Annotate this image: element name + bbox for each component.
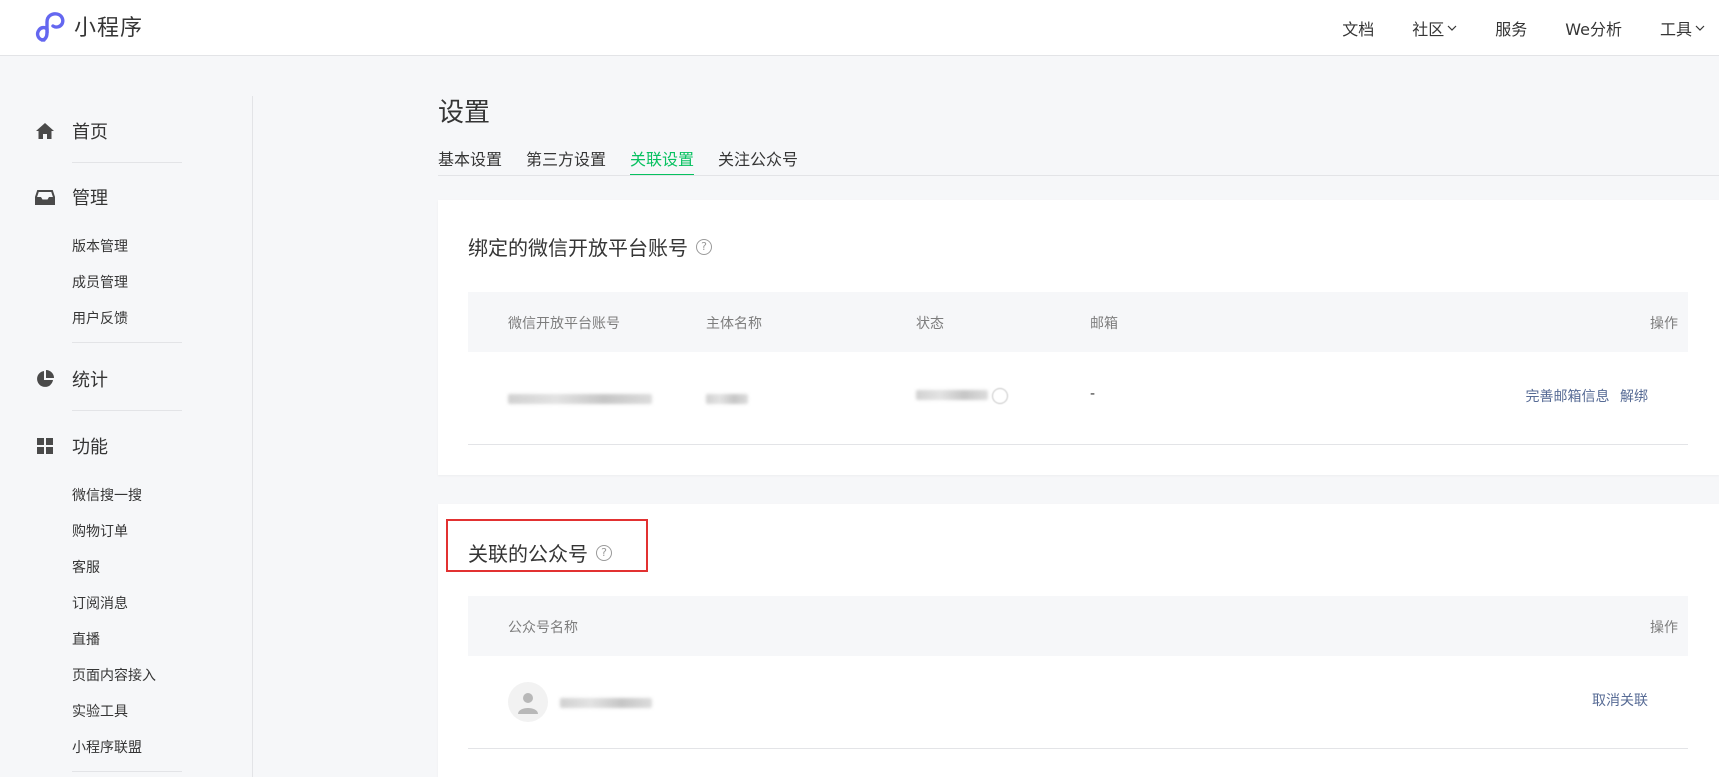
table-row: - 完善邮箱信息 解绑 (468, 352, 1688, 445)
sidebar-item-version-manage[interactable]: 版本管理 (72, 236, 128, 256)
help-icon[interactable]: ? (596, 544, 612, 561)
sidebar-item-wechat-search[interactable]: 微信搜一搜 (72, 485, 142, 505)
nav-tools-label: 工具 (1659, 20, 1692, 39)
col-header-status: 状态 (916, 316, 944, 332)
sidebar-item-features[interactable]: 功能 (34, 433, 108, 459)
table-header: 公众号名称 操作 (468, 596, 1688, 656)
sidebar-divider (72, 342, 182, 343)
logo-text: 小程序 (74, 16, 144, 41)
col-header-actions: 操作 (1650, 316, 1678, 332)
col-header-account: 微信开放平台账号 (508, 316, 620, 332)
info-icon (992, 388, 1008, 404)
page-title: 设置 (438, 98, 491, 128)
chevron-down-icon (1447, 25, 1457, 31)
nav-docs-label: 文档 (1342, 20, 1375, 39)
col-header-account-name: 公众号名称 (508, 620, 578, 636)
col-header-entity-name: 主体名称 (706, 316, 762, 332)
nav-docs[interactable]: 文档 (1342, 16, 1374, 40)
col-header-actions: 操作 (1650, 620, 1678, 636)
sidebar-item-stats[interactable]: 统计 (34, 366, 108, 392)
sidebar-item-label: 首页 (72, 122, 108, 143)
col-header-email: 邮箱 (1090, 316, 1118, 332)
sidebar-item-customer-service[interactable]: 客服 (72, 557, 100, 577)
settings-tabs: 基本设置 第三方设置 关联设置 关注公众号 (438, 142, 822, 176)
user-icon (518, 693, 538, 714)
top-nav: 文档 社区 服务 We分析 工具 (1304, 0, 1705, 56)
tabs-divider (438, 175, 1719, 176)
sidebar-item-user-feedback[interactable]: 用户反馈 (72, 308, 128, 328)
row-actions: 完善邮箱信息 解绑 (1526, 386, 1648, 406)
sidebar-item-label: 管理 (72, 188, 108, 209)
pie-chart-icon (34, 368, 56, 390)
sidebar-item-page-content[interactable]: 页面内容接入 (72, 665, 156, 685)
open-platform-title: 绑定的微信开放平台账号 ? (468, 232, 712, 261)
sidebar-item-label: 功能 (72, 437, 108, 458)
sidebar-item-miniprogram-alliance[interactable]: 小程序联盟 (72, 737, 142, 757)
tab-basic-settings[interactable]: 基本设置 (438, 142, 502, 176)
avatar (508, 682, 548, 722)
official-account-card: 关联的公众号 ? 公众号名称 操作 取消关联 (438, 504, 1719, 777)
sidebar-item-live[interactable]: 直播 (72, 629, 100, 649)
email-value: - (1090, 386, 1096, 402)
unlink-account-link[interactable]: 取消关联 (1592, 693, 1648, 709)
sidebar-item-shopping-orders[interactable]: 购物订单 (72, 521, 128, 541)
open-platform-title-text: 绑定的微信开放平台账号 (468, 236, 688, 260)
nav-we-analysis-label: We分析 (1565, 20, 1622, 39)
sidebar-item-label: 统计 (72, 370, 108, 391)
complete-email-link[interactable]: 完善邮箱信息 (1526, 389, 1610, 405)
official-account-title: 关联的公众号 ? (468, 538, 612, 567)
entity-name-redacted (706, 392, 748, 408)
table-row: 取消关联 (468, 656, 1688, 749)
nav-community[interactable]: 社区 (1412, 16, 1457, 40)
top-bar: 小程序 文档 社区 服务 We分析 工具 (0, 0, 1719, 56)
tab-third-party-settings[interactable]: 第三方设置 (526, 142, 606, 176)
nav-services-label: 服务 (1495, 20, 1528, 39)
sidebar-divider (72, 162, 182, 163)
sidebar-item-member-manage[interactable]: 成员管理 (72, 272, 128, 292)
grid-icon (34, 435, 56, 457)
sidebar-divider (72, 771, 182, 772)
table-header: 微信开放平台账号 主体名称 状态 邮箱 操作 (468, 292, 1688, 352)
miniprogram-logo-icon (35, 12, 65, 42)
inbox-icon (34, 186, 56, 208)
unbind-link[interactable]: 解绑 (1620, 389, 1648, 405)
account-value-redacted (508, 392, 652, 408)
tab-association-settings[interactable]: 关联设置 (630, 142, 695, 176)
open-platform-card: 绑定的微信开放平台账号 ? 微信开放平台账号 主体名称 状态 邮箱 操作 - 完… (438, 200, 1719, 475)
tab-follow-official-account[interactable]: 关注公众号 (718, 142, 798, 176)
chevron-down-icon (1695, 25, 1705, 31)
home-icon (34, 120, 56, 142)
nav-tools[interactable]: 工具 (1660, 16, 1705, 40)
nav-we-analysis[interactable]: We分析 (1565, 16, 1622, 40)
sidebar-item-subscribe-messages[interactable]: 订阅消息 (72, 593, 128, 613)
nav-services[interactable]: 服务 (1495, 16, 1527, 40)
logo[interactable]: 小程序 (34, 10, 143, 42)
official-account-title-text: 关联的公众号 (468, 542, 588, 566)
status-redacted (916, 388, 1008, 404)
sidebar-item-experiment-tools[interactable]: 实验工具 (72, 701, 128, 721)
sidebar-divider (252, 96, 253, 777)
sidebar-item-home[interactable]: 首页 (34, 118, 108, 144)
help-icon[interactable]: ? (696, 238, 712, 255)
row-actions: 取消关联 (1592, 690, 1648, 710)
sidebar-divider (72, 410, 182, 411)
nav-community-label: 社区 (1412, 20, 1445, 39)
account-name-redacted (560, 696, 652, 712)
sidebar-item-manage[interactable]: 管理 (34, 184, 108, 210)
